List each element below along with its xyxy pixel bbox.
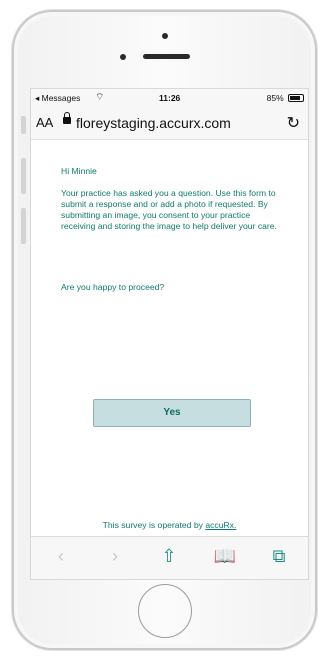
status-bar: ◂ Messages ⌔ 11:26 85% — [31, 89, 308, 106]
wifi-icon: ⌔ — [95, 92, 105, 103]
lock-icon — [63, 112, 71, 124]
proximity-sensor — [120, 54, 126, 60]
footer-note: This survey is operated by accuRx. — [31, 520, 308, 530]
status-time: 11:26 — [159, 93, 181, 103]
volume-down-button — [21, 208, 26, 244]
url-text[interactable]: floreystaging.accurx.com — [76, 115, 231, 131]
volume-up-button — [21, 158, 26, 194]
chevron-left-icon[interactable]: ‹ — [49, 546, 73, 567]
page-content: Hi Minnie Your practice has asked you a … — [31, 140, 308, 537]
front-camera — [162, 33, 168, 39]
battery-percent: 85% — [266, 93, 284, 103]
battery-indicator: 85% — [267, 93, 304, 103]
book-icon[interactable]: 📖 — [213, 546, 237, 567]
accurx-link[interactable]: accuRx. — [205, 520, 236, 530]
tabs-icon[interactable]: ⧉ — [267, 546, 291, 567]
screen: ◂ Messages ⌔ 11:26 85% AA floreystaging.… — [30, 88, 309, 580]
question-text: Are you happy to proceed? — [61, 282, 165, 292]
earpiece-speaker — [143, 54, 190, 59]
address-bar[interactable]: AA floreystaging.accurx.com ↻ — [31, 106, 308, 140]
browser-toolbar: ‹ › ⇧ 📖 ⧉ — [31, 536, 308, 579]
mute-switch — [21, 116, 26, 134]
chevron-right-icon[interactable]: › — [103, 546, 127, 567]
back-to-app-link[interactable]: ◂ Messages — [35, 93, 80, 104]
reload-icon[interactable]: ↻ — [287, 113, 300, 133]
share-icon[interactable]: ⇧ — [157, 546, 181, 567]
text-size-button[interactable]: AA — [36, 115, 53, 130]
battery-icon — [288, 94, 304, 102]
intro-message: Your practice has asked you a question. … — [61, 188, 277, 231]
footer-text: This survey is operated by — [102, 520, 206, 530]
home-button[interactable] — [138, 584, 192, 638]
greeting-text: Hi Minnie — [61, 166, 97, 176]
yes-button[interactable]: Yes — [93, 399, 251, 427]
